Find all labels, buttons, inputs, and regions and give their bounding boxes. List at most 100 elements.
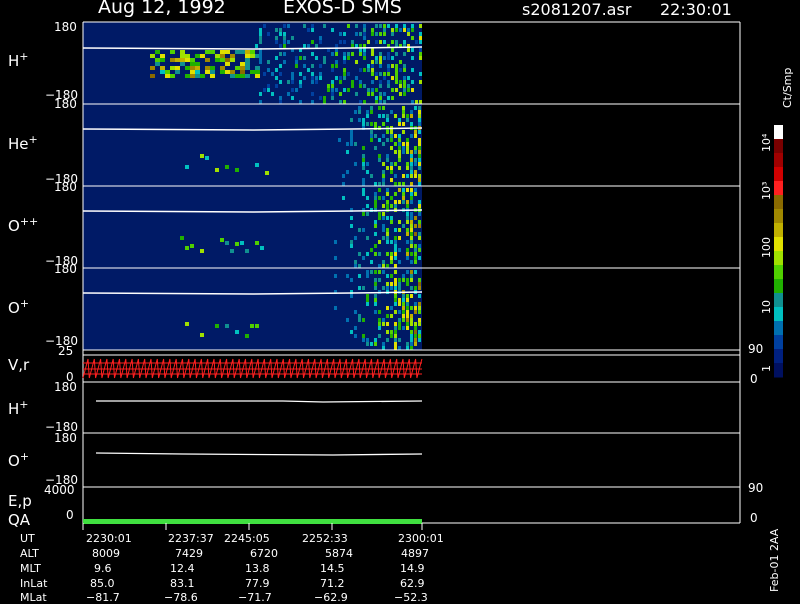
spectrogram-cell (371, 92, 374, 96)
spectrogram-cell (195, 66, 200, 70)
spectrogram-cell (395, 64, 398, 68)
spectrogram-cell (291, 76, 294, 80)
spectrogram-cell (418, 212, 421, 216)
spectrogram-cell (195, 54, 200, 58)
spectrogram-cell (398, 200, 401, 204)
spectrogram-cell (362, 338, 365, 342)
spectrogram-cell (362, 182, 365, 186)
spectrogram-cell (225, 241, 229, 245)
spectrogram-cell (375, 88, 378, 92)
spectrogram-cell (402, 174, 405, 178)
spectrogram-cell (374, 146, 377, 150)
spectrogram-cell (414, 150, 417, 154)
spectrogram-cell (303, 56, 306, 60)
spectrogram-cell (394, 248, 397, 252)
spectrogram-cell (339, 32, 342, 36)
spectrogram-cell (366, 170, 369, 174)
spectrogram-cell (395, 68, 398, 72)
spectrogram-cell (350, 294, 353, 298)
spectrogram-cell (346, 318, 349, 322)
spectrogram-cell (387, 84, 390, 88)
spectrogram-cell (410, 166, 413, 170)
spectrogram-cell (363, 28, 366, 32)
spectrogram-cell (235, 74, 240, 78)
spectrogram-cell (398, 282, 401, 286)
spectrogram-cell (291, 88, 294, 92)
spectrogram-cell (387, 24, 390, 28)
spectrogram-cell (331, 80, 334, 84)
spectrogram-cell (371, 68, 374, 72)
spectrogram-cell (347, 72, 350, 76)
spectrogram-cell (418, 182, 421, 186)
spectrogram-cell (394, 322, 397, 326)
spectrogram-cell (414, 334, 417, 338)
spectrogram-cell (331, 92, 334, 96)
table-cell: −52.3 (394, 591, 428, 604)
spectrogram-cell (371, 64, 374, 68)
spectrogram-cell (210, 70, 215, 74)
spectrogram-cell (299, 80, 302, 84)
file-name: s2081207.asr (522, 0, 632, 19)
spectrogram-cell (406, 248, 409, 252)
spectrogram-cell (334, 306, 337, 310)
spectrogram-cell (215, 54, 220, 58)
spectrogram-cell (303, 76, 306, 80)
spectrogram-cell (410, 334, 413, 338)
spectrogram-cell (185, 66, 190, 70)
spectrogram-cell (374, 232, 377, 236)
spectrogram-cell (350, 244, 353, 248)
spectrogram-cell (230, 54, 235, 58)
spectrogram-cell (414, 170, 417, 174)
spectrogram-cell (410, 318, 413, 322)
spectrogram-cell (403, 40, 406, 44)
spectrogram-cell (362, 162, 365, 166)
spectrogram-cell (359, 84, 362, 88)
spectrogram-cell (375, 56, 378, 60)
spectrogram-cell (230, 74, 235, 78)
spectrogram-cell (419, 72, 422, 76)
spectrogram-cell (418, 338, 421, 342)
colorbar-swatch (774, 195, 783, 210)
spectrogram-cell (275, 56, 278, 60)
spectrogram-cell (283, 40, 286, 44)
spectrogram-cell (386, 114, 389, 118)
spectrogram-cell (331, 84, 334, 88)
spectrogram-cell (363, 56, 366, 60)
spectrogram-cell (395, 52, 398, 56)
spectrogram-cell (418, 130, 421, 134)
spectrogram-cell (391, 48, 394, 52)
spectrogram-cell (267, 68, 270, 72)
spectrogram-cell (418, 106, 421, 110)
spectrogram-cell (165, 70, 170, 74)
spectrogram-cell (303, 64, 306, 68)
spectrogram-cell (414, 192, 417, 196)
spectrogram-cell (275, 36, 278, 40)
colorbar-tick-10: 10 (760, 300, 773, 314)
spectrogram-cell (195, 74, 200, 78)
spectrogram-cell (255, 74, 260, 78)
spectrogram-cell (366, 342, 369, 346)
spectrogram-cell (418, 122, 421, 126)
spectrogram-cell (394, 142, 397, 146)
spectrogram-cell (378, 212, 381, 216)
spectrogram-cell (383, 72, 386, 76)
spectrogram-cell (379, 64, 382, 68)
spectrogram-cell (331, 52, 334, 56)
spectrogram-cell (366, 298, 369, 302)
spectrogram-cell (410, 270, 413, 274)
spectrogram-cell (390, 166, 393, 170)
spectrogram-cell (390, 286, 393, 290)
spectrogram-cell (374, 342, 377, 346)
spectrogram-cell (334, 256, 337, 260)
spectrogram-cell (414, 322, 417, 326)
spectrogram-cell (343, 60, 346, 64)
spectrogram-cell (394, 330, 397, 334)
spectrogram-cell (346, 150, 349, 154)
spectrogram-cell (350, 216, 353, 220)
spectrogram-cell (311, 76, 314, 80)
table-cell: 6720 (250, 547, 278, 560)
spectrogram-cell (418, 200, 421, 204)
spectrogram-cell (410, 154, 413, 158)
spectrogram-cell (170, 74, 175, 78)
table-cell: 5874 (325, 547, 353, 560)
